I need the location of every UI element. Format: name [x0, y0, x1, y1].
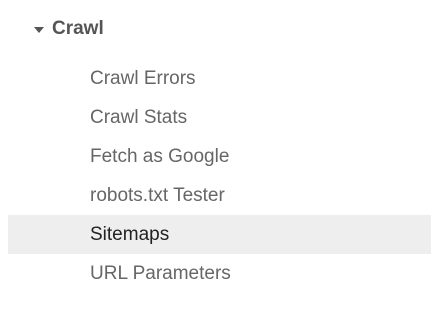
- nav-item-crawl-stats[interactable]: Crawl Stats: [0, 98, 431, 137]
- crawl-nav-menu: Crawl Crawl Errors Crawl Stats Fetch as …: [0, 0, 431, 331]
- crawl-submenu: Crawl Errors Crawl Stats Fetch as Google…: [0, 59, 431, 293]
- nav-item-label: Fetch as Google: [90, 145, 230, 167]
- nav-item-label: Crawl Stats: [90, 106, 188, 128]
- caret-down-icon: [34, 26, 44, 33]
- nav-item-label: Crawl Errors: [90, 67, 196, 89]
- nav-item-label: URL Parameters: [90, 262, 231, 284]
- nav-item-sitemaps[interactable]: Sitemaps: [8, 215, 431, 254]
- nav-item-label: robots.txt Tester: [90, 184, 225, 206]
- nav-item-label: Sitemaps: [90, 223, 170, 245]
- crawl-section-header[interactable]: Crawl: [34, 13, 104, 45]
- nav-item-robots-txt-tester[interactable]: robots.txt Tester: [0, 176, 431, 215]
- nav-item-fetch-as-google[interactable]: Fetch as Google: [0, 137, 431, 176]
- nav-item-url-parameters[interactable]: URL Parameters: [0, 254, 431, 293]
- nav-item-crawl-errors[interactable]: Crawl Errors: [0, 59, 431, 98]
- section-title: Crawl: [52, 18, 104, 39]
